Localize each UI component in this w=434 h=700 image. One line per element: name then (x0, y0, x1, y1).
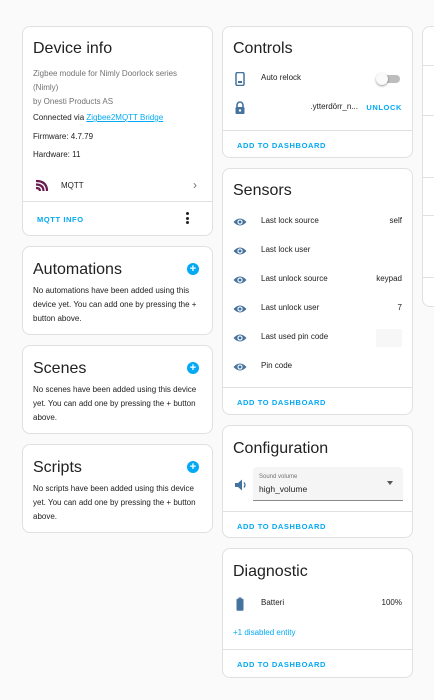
divider (423, 277, 434, 278)
sensors-card: Sensors Last lock source self Last lock us… (222, 168, 413, 415)
disabled-entities-link[interactable]: +1 disabled entity (233, 628, 296, 637)
battery-label: Batteri (261, 598, 285, 607)
sensor-value: self (389, 216, 402, 225)
automations-empty-text: No automations have been added using thi… (33, 286, 197, 323)
device-info-title: Device info (33, 40, 113, 57)
sensor-label: Last lock source (261, 216, 319, 225)
device-manufacturer: by Onesti Products AS (33, 97, 114, 106)
configuration-card: Configuration Sound volume high_volume A… (222, 425, 413, 538)
controls-title: Controls (233, 40, 293, 57)
configuration-add-to-dashboard-button[interactable]: ADD TO DASHBOARD (237, 522, 326, 531)
unlock-button[interactable]: UNLOCK (366, 103, 402, 112)
dropdown-arrow-icon (387, 481, 393, 485)
hardware-version: Hardware: 11 (33, 150, 81, 159)
diagnostic-card: Diagnostic Batteri 100% +1 disabled enti… (222, 548, 413, 678)
divider (223, 649, 412, 650)
sensor-row[interactable]: Last unlock source keypad (223, 270, 412, 290)
sensor-label: Last unlock source (261, 274, 328, 283)
divider (423, 177, 434, 178)
eye-icon (233, 247, 247, 255)
sensors-add-to-dashboard-button[interactable]: ADD TO DASHBOARD (237, 398, 326, 407)
controls-card: Controls Auto relock .ytterdörr_n... UNL… (222, 26, 413, 158)
sensor-row[interactable]: Pin code (223, 357, 412, 377)
divider (423, 115, 434, 116)
eye-icon (233, 305, 247, 313)
connected-prefix: Connected via (33, 113, 87, 122)
controls-add-to-dashboard-button[interactable]: ADD TO DASHBOARD (237, 141, 326, 150)
scripts-card: Scripts + No scripts have been added usi… (22, 444, 213, 533)
scripts-empty-text: No scripts have been added using this de… (33, 484, 196, 521)
battery-row[interactable]: Batteri 100% (223, 594, 412, 614)
cellphone-lock-icon (235, 72, 245, 86)
mqtt-info-button[interactable]: MQTT INFO (37, 215, 84, 224)
sound-volume-value: high_volume (259, 484, 308, 494)
divider (23, 201, 212, 202)
add-scene-button[interactable]: + (187, 362, 199, 374)
eye-icon (233, 363, 247, 371)
scripts-title: Scripts (33, 459, 82, 476)
mqtt-integration-row[interactable]: MQTT › (23, 175, 212, 197)
add-script-button[interactable]: + (187, 461, 199, 473)
device-model: Zigbee module for Nimly Doorlock series … (33, 67, 208, 109)
divider (223, 511, 412, 512)
divider (223, 130, 412, 131)
device-model-line2: (Nimly) (33, 83, 59, 92)
sensor-value: keypad (376, 274, 402, 283)
automations-title: Automations (33, 261, 122, 278)
diagnostic-add-to-dashboard-button[interactable]: ADD TO DASHBOARD (237, 660, 326, 669)
pin-code-field[interactable] (376, 329, 402, 347)
add-automation-button[interactable]: + (187, 263, 199, 275)
scenes-empty-text: No scenes have been added using this dev… (33, 385, 197, 422)
sensor-row[interactable]: Last lock user (223, 241, 412, 261)
sensor-row[interactable]: Last used pin code (223, 328, 412, 348)
device-info-card: Device info Zigbee module for Nimly Door… (22, 26, 213, 236)
lock-row: .ytterdörr_n... UNLOCK (223, 98, 412, 118)
more-vertical-icon[interactable] (186, 212, 190, 224)
chevron-right-icon: › (193, 178, 197, 192)
mqtt-icon (34, 178, 50, 193)
divider (223, 387, 412, 388)
automations-card: Automations + No automations have been a… (22, 246, 213, 335)
bridge-link[interactable]: Zigbee2MQTT Bridge (86, 113, 163, 122)
auto-relock-label: Auto relock (261, 73, 302, 82)
diagnostic-title: Diagnostic (233, 563, 308, 580)
connected-via: Connected via Zigbee2MQTT Bridge (33, 111, 163, 125)
lock-icon (235, 101, 245, 114)
configuration-title: Configuration (233, 440, 329, 457)
auto-relock-row: Auto relock (223, 69, 412, 89)
eye-icon (233, 276, 247, 284)
scenes-title: Scenes (33, 360, 87, 377)
sensor-label: Pin code (261, 361, 293, 370)
sensor-row[interactable]: Last lock source self (223, 212, 412, 232)
logbook-card-partial (422, 26, 434, 307)
scenes-card: Scenes + No scenes have been added using… (22, 345, 213, 434)
device-model-line1: Zigbee module for Nimly Doorlock series (33, 69, 178, 78)
eye-icon (233, 334, 247, 342)
firmware-version: Firmware: 4.7.79 (33, 132, 94, 141)
divider (423, 215, 434, 216)
sensor-row[interactable]: Last unlock user 7 (223, 299, 412, 319)
auto-relock-toggle[interactable] (376, 73, 400, 85)
sound-volume-select[interactable]: Sound volume high_volume (253, 467, 403, 501)
volume-icon (235, 479, 246, 491)
sensor-label: Last used pin code (261, 332, 329, 341)
sensor-label: Last lock user (261, 245, 311, 254)
lock-entity-name: .ytterdörr_n... (310, 102, 358, 111)
sensor-value: 7 (397, 303, 402, 312)
mqtt-label: MQTT (61, 181, 84, 190)
battery-value: 100% (381, 598, 402, 607)
divider (423, 65, 434, 66)
battery-icon (236, 597, 244, 611)
sound-volume-label: Sound volume (259, 474, 298, 480)
eye-icon (233, 218, 247, 226)
sensor-label: Last unlock user (261, 303, 320, 312)
sensors-title: Sensors (233, 182, 292, 199)
